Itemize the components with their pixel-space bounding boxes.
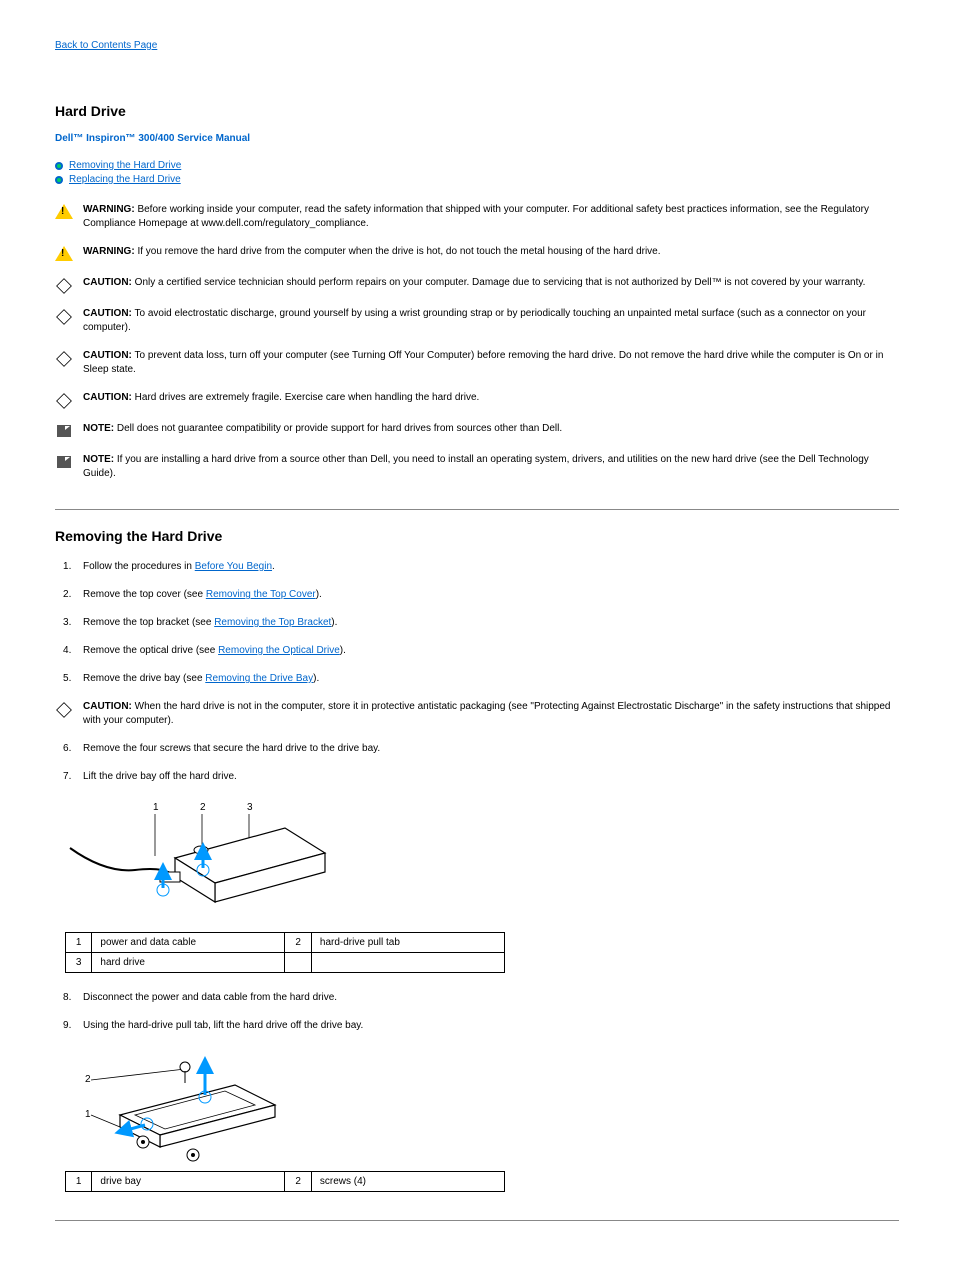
- svg-text:2: 2: [200, 802, 206, 813]
- step-3: Remove the top bracket (see Removing the…: [55, 616, 899, 630]
- section-divider: [55, 509, 899, 510]
- caution-technician: CAUTION: Only a certified service techni…: [83, 276, 865, 290]
- link-removing-drive-bay[interactable]: Removing the Drive Bay: [205, 673, 313, 684]
- removing-hard-drive-heading: Removing the Hard Drive: [55, 528, 899, 544]
- parts-table-2: 1drive bay2screws (4): [65, 1171, 505, 1192]
- caution-esd: CAUTION: To avoid electrostatic discharg…: [83, 307, 899, 335]
- svg-text:2: 2: [85, 1074, 91, 1085]
- svg-text:3: 3: [247, 802, 253, 813]
- caution-icon: [56, 393, 72, 409]
- caution-data-loss: CAUTION: To prevent data loss, turn off …: [83, 349, 899, 377]
- parts-table-1: 1power and data cable2hard-drive pull ta…: [65, 932, 505, 973]
- note-install-os: NOTE: If you are installing a hard drive…: [83, 453, 899, 481]
- caution-fragile: CAUTION: Hard drives are extremely fragi…: [83, 391, 479, 405]
- figure-2: 1 2: [65, 1047, 899, 1167]
- back-to-contents-link[interactable]: Back to Contents Page: [55, 40, 157, 51]
- step-6: Remove the four screws that secure the h…: [55, 742, 899, 756]
- step-9: Using the hard-drive pull tab, lift the …: [55, 1019, 899, 1033]
- figure-1: 1 2 3: [65, 798, 899, 928]
- warning-safety: WARNING: Before working inside your comp…: [83, 203, 899, 231]
- warning-icon: [55, 204, 73, 219]
- note-icon: [57, 456, 71, 468]
- page-title: Hard Drive: [55, 103, 899, 119]
- step-8: Disconnect the power and data cable from…: [55, 991, 899, 1005]
- link-removing-top-bracket[interactable]: Removing the Top Bracket: [214, 617, 331, 628]
- warning-icon: [55, 246, 73, 261]
- step-4: Remove the optical drive (see Removing t…: [55, 644, 899, 658]
- caution-icon: [56, 309, 72, 325]
- toc-removing-hard-drive[interactable]: Removing the Hard Drive: [69, 160, 181, 171]
- caution-antistatic: CAUTION: When the hard drive is not in t…: [83, 700, 899, 728]
- caution-icon: [56, 702, 72, 718]
- step-7: Lift the drive bay off the hard drive.: [55, 770, 899, 784]
- step-2: Remove the top cover (see Removing the T…: [55, 588, 899, 602]
- svg-text:1: 1: [85, 1109, 91, 1120]
- manual-subtitle: Dell™ Inspiron™ 300/400 Service Manual: [55, 133, 899, 144]
- warning-hot-drive: WARNING: If you remove the hard drive fr…: [83, 245, 661, 259]
- toc-replacing-hard-drive[interactable]: Replacing the Hard Drive: [69, 174, 181, 185]
- caution-icon: [56, 351, 72, 367]
- svg-text:1: 1: [153, 802, 159, 813]
- step-1: Follow the procedures in Before You Begi…: [55, 560, 899, 574]
- section-divider: [55, 1220, 899, 1221]
- note-compatibility: NOTE: Dell does not guarantee compatibil…: [83, 422, 562, 436]
- note-icon: [57, 425, 71, 437]
- link-before-you-begin[interactable]: Before You Begin: [195, 561, 272, 572]
- link-removing-optical-drive[interactable]: Removing the Optical Drive: [218, 645, 340, 656]
- caution-icon: [56, 278, 72, 294]
- link-removing-top-cover[interactable]: Removing the Top Cover: [206, 589, 316, 600]
- step-5: Remove the drive bay (see Removing the D…: [55, 672, 899, 686]
